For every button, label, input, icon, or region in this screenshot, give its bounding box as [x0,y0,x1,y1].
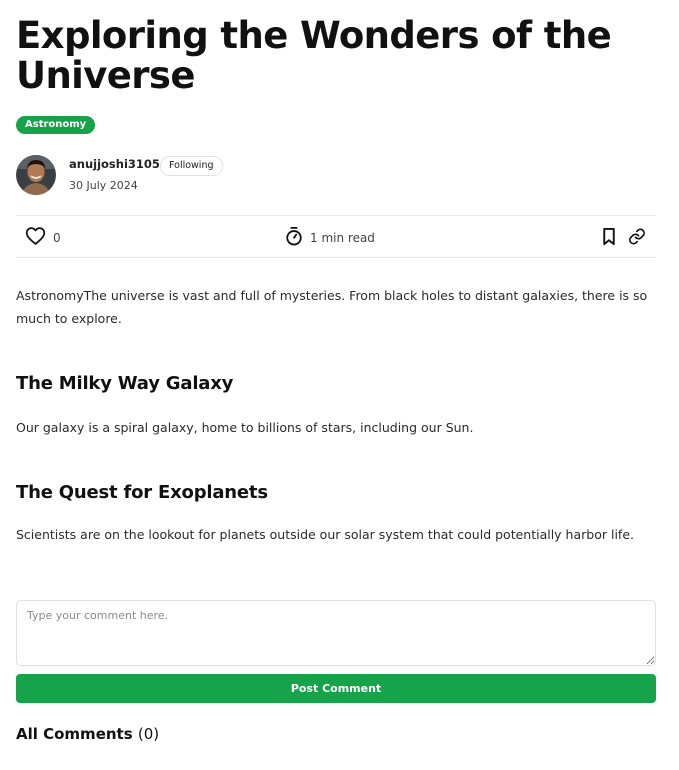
section-paragraph: Our galaxy is a spiral galaxy, home to b… [16,420,474,435]
heart-icon[interactable] [25,226,46,250]
read-time-label: 1 min read [310,231,375,245]
author-name[interactable]: anujjoshi3105 [69,157,160,171]
intro-paragraph: AstronomyThe universe is vast and full o… [16,288,648,326]
section-paragraph: Scientists are on the lookout for planet… [16,527,634,542]
author-row: anujjoshi3105 Following 30 July 2024 [16,155,656,195]
bookmark-icon[interactable] [600,227,618,250]
like-count: 0 [53,231,61,245]
post-comment-button[interactable]: Post Comment [16,674,656,703]
category-tag[interactable]: Astronomy [16,116,96,134]
avatar[interactable] [16,155,56,195]
following-button[interactable]: Following [160,156,223,176]
read-time: 1 min read [285,226,375,250]
comment-input[interactable] [16,600,656,666]
stopwatch-icon [285,226,303,250]
section-heading: The Milky Way Galaxy [16,373,234,394]
all-comments-label: All Comments [16,725,133,743]
section-heading: The Quest for Exoplanets [16,482,268,503]
action-bar: 0 1 min read [16,215,656,258]
post-date: 30 July 2024 [69,179,138,192]
like-button[interactable]: 0 [25,226,61,250]
all-comments-heading: All Comments (0) [16,725,159,743]
article-page: Exploring the Wonders of the Universe As… [16,0,656,743]
article-body: AstronomyThe universe is vast and full o… [16,284,656,546]
article-title: Exploring the Wonders of the Universe [16,14,612,97]
link-icon[interactable] [628,227,646,250]
comments-count: (0) [137,725,160,743]
